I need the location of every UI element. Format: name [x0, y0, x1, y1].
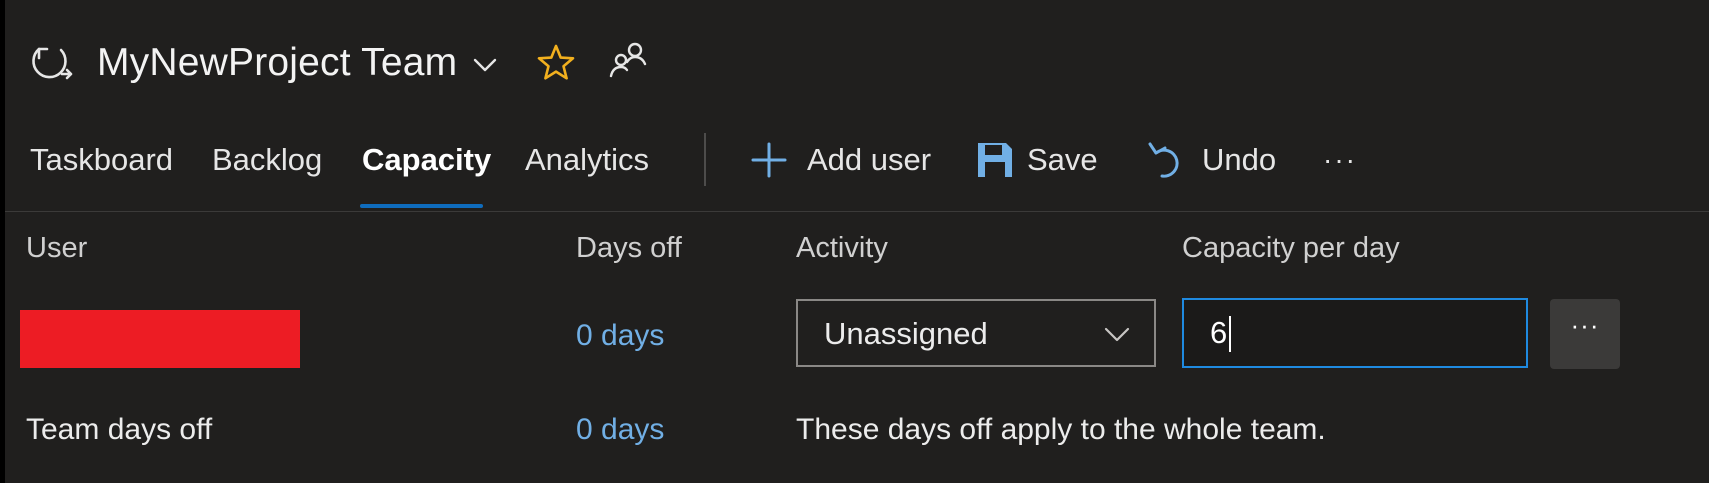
- undo-button[interactable]: Undo: [1146, 140, 1286, 180]
- tab-taskboard[interactable]: Taskboard: [30, 140, 173, 180]
- active-tab-indicator: [360, 204, 483, 208]
- column-header-user: User: [26, 232, 88, 264]
- team-days-off-link[interactable]: 0 days: [576, 410, 664, 450]
- user-name-redacted: [20, 310, 300, 368]
- add-user-button[interactable]: Add user: [749, 140, 939, 180]
- add-user-label: Add user: [807, 142, 932, 177]
- user-days-off-link[interactable]: 0 days: [576, 316, 664, 356]
- column-header-capacity-per-day: Capacity per day: [1182, 232, 1400, 264]
- sprint-cycle-icon: [32, 47, 73, 80]
- team-days-off-label: Team days off: [26, 413, 213, 446]
- column-header-days-off: Days off: [576, 232, 682, 264]
- save-label: Save: [1027, 142, 1098, 177]
- header-divider: [5, 211, 1709, 212]
- people-icon[interactable]: [608, 40, 648, 80]
- capacity-per-day-input[interactable]: [1182, 298, 1528, 368]
- save-disk-icon: [978, 143, 1012, 177]
- capacity-page: MyNewProject Team Taskboard Backlog Capa…: [5, 0, 1709, 483]
- team-days-off-note: These days off apply to the whole team.: [796, 413, 1326, 446]
- undo-icon: [1148, 142, 1179, 178]
- column-header-activity: Activity: [796, 232, 888, 264]
- save-button[interactable]: Save: [975, 140, 1105, 180]
- row-more-button[interactable]: ···: [1550, 299, 1620, 369]
- chevron-down-icon: [1104, 327, 1130, 342]
- chevron-down-icon[interactable]: [470, 50, 500, 80]
- more-horizontal-icon[interactable]: ···: [1323, 146, 1369, 174]
- star-icon[interactable]: [536, 43, 576, 83]
- tab-analytics[interactable]: Analytics: [525, 140, 649, 180]
- plus-icon: [751, 142, 787, 178]
- activity-selected-value: Unassigned: [824, 316, 988, 351]
- activity-dropdown[interactable]: Unassigned: [796, 299, 1156, 367]
- tab-backlog[interactable]: Backlog: [212, 140, 322, 180]
- page-header: MyNewProject Team: [5, 0, 1709, 125]
- undo-label: Undo: [1202, 142, 1277, 177]
- more-horizontal-icon: ···: [1570, 310, 1600, 340]
- text-caret: [1229, 316, 1231, 352]
- team-name-title[interactable]: MyNewProject Team: [97, 38, 457, 88]
- tab-capacity[interactable]: Capacity: [362, 140, 491, 180]
- toolbar-divider: [704, 133, 706, 186]
